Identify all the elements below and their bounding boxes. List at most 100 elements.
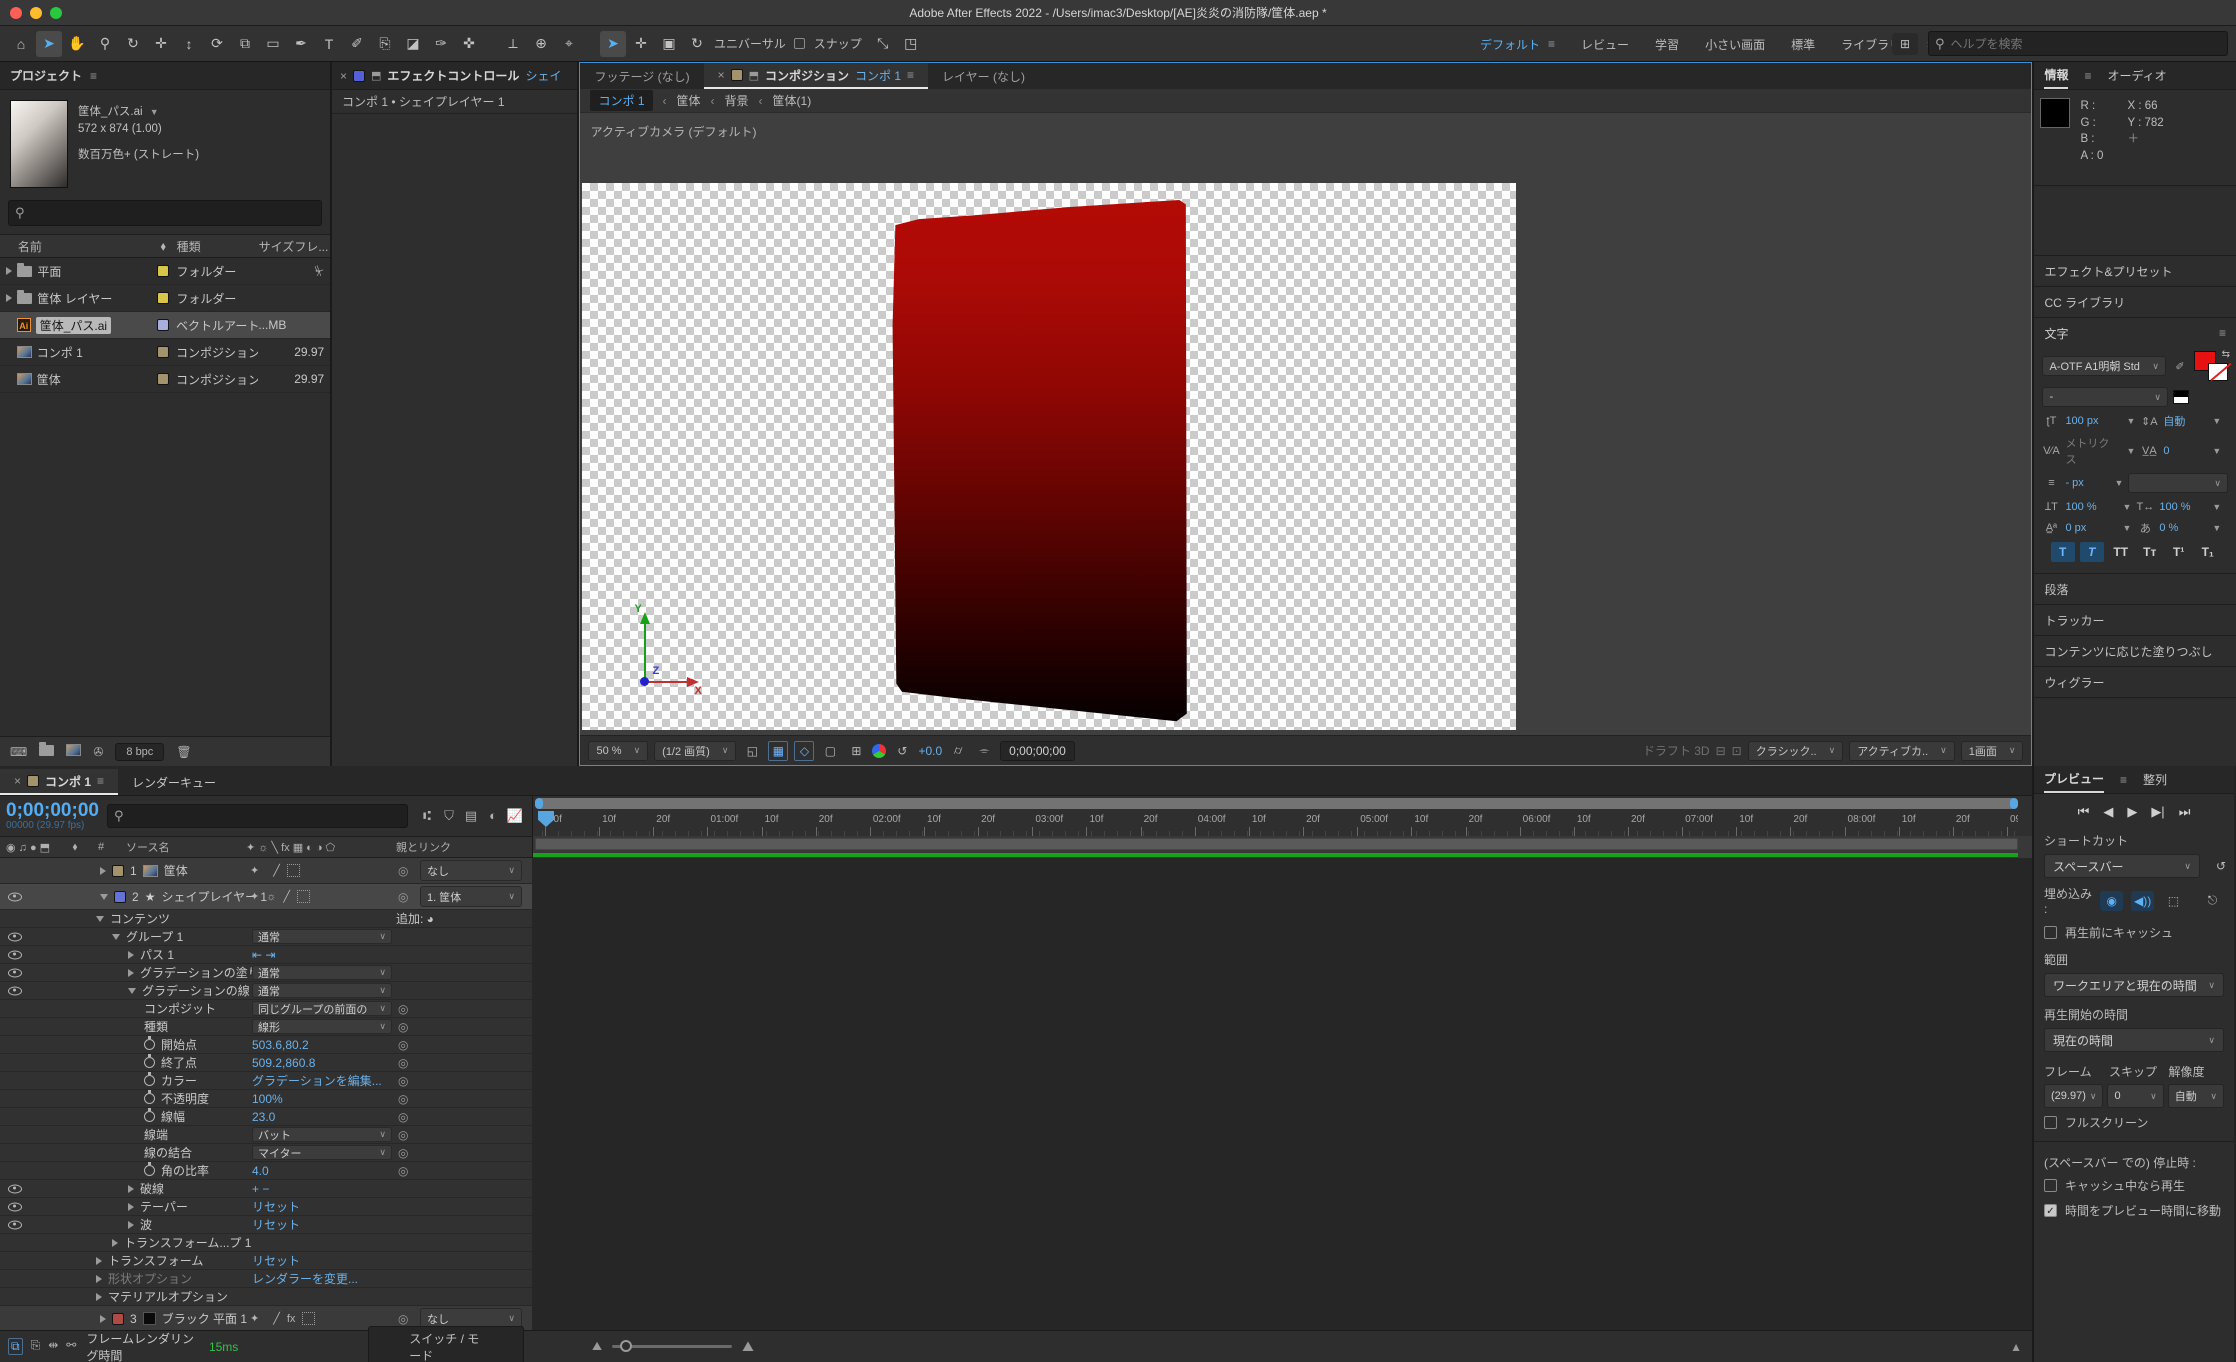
mini-flowchart-icon[interactable]: ⑆ [416,808,438,824]
view-options-icon[interactable]: ⊞ [846,741,866,761]
property-select[interactable]: 通常∨ [252,965,392,980]
property-select[interactable]: バット∨ [252,1127,392,1142]
timeline-row-header[interactable]: 開始点503.6,80.2◎ [0,1036,532,1054]
timeline-row-header[interactable]: 角の比率4.0◎ [0,1162,532,1180]
property-value[interactable]: 509.2,860.8 [252,1056,315,1070]
timeline-row[interactable]: グループ 1通常∨ [0,928,2032,946]
timeline-row-header[interactable]: テーパーリセット [0,1198,532,1216]
property-pickwhip-icon[interactable]: ◎ [398,1038,408,1052]
breadcrumb-item[interactable]: 筐体(1) [773,92,812,109]
switch-icon[interactable]: ✦ [250,1312,259,1325]
property-value[interactable]: 100% [252,1092,283,1106]
property-select[interactable]: 通常∨ [252,983,392,998]
project-search-input[interactable] [31,206,315,221]
property-name[interactable]: 破線 [140,1180,164,1197]
tracking-value[interactable]: 0 [2163,445,2203,457]
property-name[interactable]: グループ 1 [126,928,183,945]
eye-icon[interactable] [8,932,22,941]
eye-icon[interactable] [8,1184,22,1193]
fill-stroke-swatches[interactable]: ⇆ [2194,351,2228,381]
zoom-tool-icon[interactable]: ⚲ [92,31,118,57]
draft-3d-icon[interactable]: ⛉ [438,808,460,824]
property-name[interactable]: グラデーションの塗り 1 [140,964,270,981]
graph-editor-icon[interactable]: 📈 [504,808,526,824]
parent-pickwhip-icon[interactable]: ◎ [398,864,408,878]
label-chip-cell[interactable] [149,373,176,385]
previous-frame-button[interactable]: ◀ [2103,804,2113,820]
timeline-row-header[interactable]: 線端バット∨◎ [0,1126,532,1144]
toggle-inout-icon[interactable]: ⇹ [48,1338,58,1355]
navigator-start-handle[interactable] [535,798,543,809]
close-icon[interactable]: × [14,774,21,788]
twirl-icon[interactable] [96,1257,102,1265]
project-row[interactable]: コンポ 1コンポジション29.97 [0,339,330,366]
twirl-icon[interactable] [6,294,17,302]
label-chip[interactable] [112,1313,124,1325]
zoom-in-icon[interactable]: ⛰ [742,1338,754,1355]
view-axis-mode-icon[interactable]: ⌖ [556,31,582,57]
tab-layer[interactable]: レイヤー (なし) [928,63,1039,89]
timeline-row-header[interactable]: 2★シェイプレイヤー 1✦☼╱◎1. 筐体∨ [0,884,532,910]
close-icon[interactable]: × [340,69,347,83]
zoom-slider-track[interactable] [612,1345,732,1348]
timeline-row-header[interactable]: 不透明度100%◎ [0,1090,532,1108]
timeline-row[interactable]: 線の結合マイター∨◎ [0,1144,2032,1162]
collapse-icon[interactable]: ▲ [2010,1340,2022,1354]
label-chip[interactable] [157,265,169,277]
eye-icon[interactable] [8,968,22,977]
font-style-select[interactable]: -∨ [2042,387,2168,407]
property-name[interactable]: 不透明度 [161,1090,209,1107]
baseline-shift-value[interactable]: 0 px [2065,522,2113,534]
interpret-footage-icon[interactable]: ⌨ [10,745,27,759]
timeline-row-header[interactable]: トランスフォームリセット [0,1252,532,1270]
twirl-icon[interactable] [128,951,134,959]
label-chip-cell[interactable] [149,319,176,331]
current-time-display[interactable]: 0;00;00;00 [6,801,99,820]
orbit-camera-tool-icon[interactable]: ↻ [120,31,146,57]
swap-fill-stroke-icon[interactable]: ⇆ [2222,349,2230,360]
property-name[interactable]: トランスフォーム [108,1252,203,1269]
preview-item-name[interactable]: 筐体_パス.ai [78,106,143,118]
label-chip[interactable] [114,891,126,903]
dolly-camera-tool-icon[interactable]: ↕ [176,31,202,57]
pen-tool-icon[interactable]: ✒ [288,31,314,57]
switch-icon[interactable]: ☼ [266,891,276,903]
project-item-name[interactable]: Ai筐体_パス.ai [17,317,149,334]
shortcut-select[interactable]: スペースバー∨ [2044,854,2200,878]
last-frame-button[interactable]: ⏭ [2179,804,2191,820]
view-layout-select[interactable]: 1画面∨ [1961,741,2024,761]
stopwatch-icon[interactable] [144,1057,155,1068]
faux-style-toggle[interactable]: T [2080,542,2104,562]
timeline-row-header[interactable]: パス 1⇤ ⇥ [0,946,532,964]
property-pickwhip-icon[interactable]: ◎ [398,1020,408,1034]
timeline-row-header[interactable]: グループ 1通常∨ [0,928,532,946]
timeline-row[interactable]: トランスフォームリセット [0,1252,2032,1270]
property-select[interactable]: 線形∨ [252,1019,392,1034]
label-chip[interactable] [157,346,169,358]
lock-icon[interactable]: ⬒ [371,69,381,82]
timeline-row[interactable]: コンテンツ追加: ◕ [0,910,2032,928]
tab-align[interactable]: 整列 [2143,771,2167,788]
switch-icon[interactable]: ✦ [250,890,259,903]
column-label[interactable]: ⬧ [52,841,98,854]
label-chip[interactable] [157,292,169,304]
timeline-row[interactable]: グラデーションの線 1通常∨ [0,982,2032,1000]
local-axis-mode-icon[interactable]: ⟂ [500,31,526,57]
twirl-icon[interactable] [112,934,120,940]
project-item-name[interactable]: 筐体 レイヤー [17,290,149,307]
vertical-scale-value[interactable]: 100 % [2065,501,2113,513]
leading-value[interactable]: 自動 [2163,413,2203,429]
channel-select-icon[interactable] [872,744,886,758]
time-navigator[interactable] [535,798,2018,809]
maximize-window-button[interactable] [50,7,62,19]
twirl-icon[interactable] [128,969,134,977]
workspace-tab-デフォルト[interactable]: デフォルト [1480,36,1540,53]
draft-3d-button[interactable]: ドラフト 3D [1643,742,1710,759]
breadcrumb-item[interactable]: 筐体 [677,92,701,109]
workspace-tab-レビュー[interactable]: レビュー [1581,36,1629,53]
stopwatch-icon[interactable] [144,1093,155,1104]
property-select[interactable]: 同じグループの前面の∨ [252,1001,392,1016]
property-name[interactable]: コンポジット [144,1000,216,1017]
move-time-checkbox[interactable]: ✓ [2044,1204,2057,1217]
toggle-switches-icon[interactable]: ⧉ [8,1338,23,1355]
